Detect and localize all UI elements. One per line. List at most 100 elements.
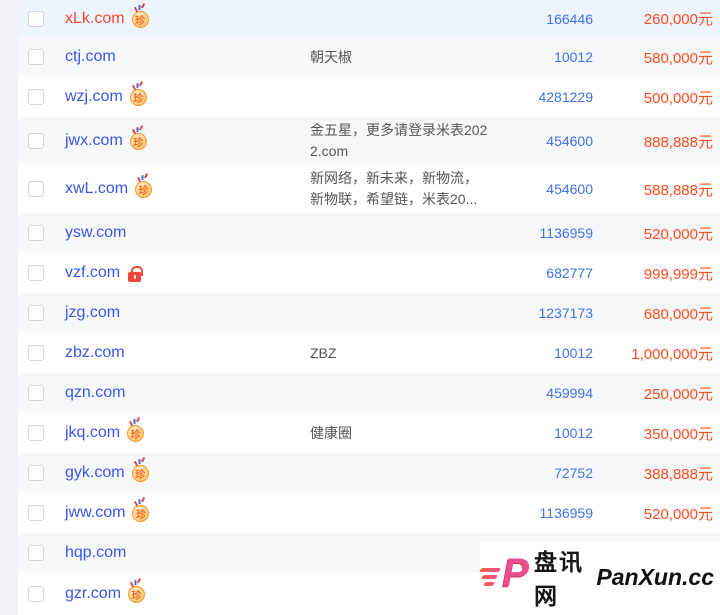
checkbox-cell bbox=[18, 385, 65, 401]
checkbox-cell bbox=[18, 505, 65, 521]
domain-link[interactable]: jwx.com bbox=[65, 132, 123, 150]
site-name-chinese: 盘讯网 bbox=[534, 543, 587, 611]
domain-link[interactable]: vzf.com bbox=[65, 264, 120, 282]
domain-link[interactable]: zbz.com bbox=[65, 344, 125, 362]
domain-link[interactable]: gyk.com bbox=[65, 464, 125, 482]
visits-count[interactable]: 1136959 bbox=[491, 225, 593, 241]
row-checkbox[interactable] bbox=[28, 505, 44, 521]
domain-link[interactable]: xwL.com bbox=[65, 180, 128, 198]
row-checkbox[interactable] bbox=[28, 465, 44, 481]
price-label: 388,888元 bbox=[593, 463, 720, 484]
table-row: qzn.com 459994250,000元 bbox=[18, 373, 720, 413]
row-checkbox[interactable] bbox=[28, 11, 44, 27]
domain-link[interactable]: wzj.com bbox=[65, 88, 123, 106]
checkbox-cell bbox=[18, 181, 65, 197]
visits-count[interactable]: 454600 bbox=[491, 181, 593, 197]
visits-count[interactable]: 1237173 bbox=[491, 305, 593, 321]
domain-link[interactable]: gzr.com bbox=[65, 585, 121, 603]
domain-description: 健康圈 bbox=[310, 423, 491, 444]
checkbox-cell bbox=[18, 133, 65, 149]
domain-description: ZBZ bbox=[310, 343, 491, 364]
checkbox-cell bbox=[18, 49, 65, 65]
row-checkbox[interactable] bbox=[28, 89, 44, 105]
visits-count[interactable]: 10012 bbox=[491, 345, 593, 361]
domain-link[interactable]: jww.com bbox=[65, 504, 125, 522]
visits-count[interactable]: 4281229 bbox=[491, 89, 593, 105]
premium-badge-icon: 珍 bbox=[130, 133, 147, 151]
row-checkbox[interactable] bbox=[28, 545, 44, 561]
visits-count[interactable]: 459994 bbox=[491, 385, 593, 401]
checkbox-cell bbox=[18, 586, 65, 602]
checkbox-cell bbox=[18, 345, 65, 361]
price-label: 999,999元 bbox=[593, 263, 720, 284]
domain-link[interactable]: jzg.com bbox=[65, 304, 120, 322]
price-label: 350,000元 bbox=[593, 423, 720, 444]
checkbox-cell bbox=[18, 11, 65, 27]
price-label: 1,000,000元 bbox=[593, 343, 720, 364]
price-label: 250,000元 bbox=[593, 383, 720, 404]
domain-description: 新网络，新未来，新物流，新物联，希望链，米表20... bbox=[310, 168, 491, 210]
premium-badge-icon: 珍 bbox=[132, 11, 149, 29]
price-label: 500,000元 bbox=[593, 87, 720, 108]
row-checkbox[interactable] bbox=[28, 133, 44, 149]
domain-link[interactable]: ctj.com bbox=[65, 48, 116, 66]
checkbox-cell bbox=[18, 225, 65, 241]
domain-link[interactable]: ysw.com bbox=[65, 224, 126, 242]
domain-cell: wzj.com 珍 bbox=[65, 88, 310, 106]
row-checkbox[interactable] bbox=[28, 345, 44, 361]
row-checkbox[interactable] bbox=[28, 181, 44, 197]
checkbox-cell bbox=[18, 305, 65, 321]
domain-cell: xLk.com 珍 bbox=[65, 10, 310, 28]
checkbox-cell bbox=[18, 425, 65, 441]
panxun-p-letter: P bbox=[502, 551, 529, 596]
visits-count[interactable]: 166446 bbox=[491, 11, 593, 27]
domain-cell: jww.com珍 bbox=[65, 504, 310, 522]
visits-count[interactable]: 1136959 bbox=[491, 505, 593, 521]
table-row: ysw.com1136959520,000元 bbox=[18, 213, 720, 253]
row-checkbox[interactable] bbox=[28, 225, 44, 241]
domain-link[interactable]: jkq.com bbox=[65, 424, 120, 442]
price-label: 888,888元 bbox=[593, 131, 720, 152]
visits-count[interactable]: 682777 bbox=[491, 265, 593, 281]
domain-cell: jkq.com 珍 bbox=[65, 424, 310, 442]
visits-count[interactable]: 72752 bbox=[491, 465, 593, 481]
table-row: zbz.com ZBZ100121,000,000元 bbox=[18, 333, 720, 373]
table-row: xLk.com珍166446260,000元 bbox=[18, 0, 720, 37]
checkbox-cell bbox=[18, 545, 65, 561]
premium-badge-icon: 珍 bbox=[127, 425, 144, 443]
domain-cell: hqp.com bbox=[65, 544, 310, 562]
price-label: 580,000元 bbox=[593, 47, 720, 68]
visits-count[interactable]: 10012 bbox=[491, 425, 593, 441]
domain-link[interactable]: hqp.com bbox=[65, 544, 126, 562]
row-checkbox[interactable] bbox=[28, 586, 44, 602]
domain-link[interactable]: qzn.com bbox=[65, 384, 125, 402]
table-row: jkq.com 珍 健康圈10012350,000元 bbox=[18, 413, 720, 453]
table-row: gyk.com珍72752388,888元 bbox=[18, 453, 720, 493]
panxun-logo: P 盘讯网 PanXun.cc bbox=[480, 542, 720, 613]
visits-count[interactable]: 10012 bbox=[491, 49, 593, 65]
row-checkbox[interactable] bbox=[28, 265, 44, 281]
domain-cell: gzr.com珍 bbox=[65, 585, 310, 603]
table-row: wzj.com 珍 4281229500,000元 bbox=[18, 77, 720, 117]
domain-cell: ctj.com bbox=[65, 48, 310, 66]
domain-cell: qzn.com bbox=[65, 384, 310, 402]
visits-count[interactable]: 454600 bbox=[491, 133, 593, 149]
row-checkbox[interactable] bbox=[28, 305, 44, 321]
price-label: 588,888元 bbox=[593, 179, 720, 200]
domain-link[interactable]: xLk.com bbox=[65, 10, 125, 28]
domain-cell: xwL.com 珍 bbox=[65, 180, 310, 198]
premium-badge-icon: 珍 bbox=[135, 181, 152, 199]
domain-cell: vzf.com bbox=[65, 264, 310, 282]
row-checkbox[interactable] bbox=[28, 425, 44, 441]
table-row: jzg.com1237173680,000元 bbox=[18, 293, 720, 333]
row-checkbox[interactable] bbox=[28, 49, 44, 65]
lock-icon bbox=[128, 266, 141, 282]
domain-cell: jwx.com 珍 bbox=[65, 132, 310, 150]
premium-badge-icon: 珍 bbox=[130, 89, 147, 107]
panxun-watermark: 公众号早盘思评测 P 盘讯网 PanXun.cc bbox=[480, 564, 720, 613]
panxun-p-icon: P bbox=[480, 559, 534, 595]
row-checkbox[interactable] bbox=[28, 385, 44, 401]
domain-description: 金五星，更多请登录米表2022.com bbox=[310, 120, 491, 162]
domain-cell: jzg.com bbox=[65, 304, 310, 322]
domain-cell: ysw.com bbox=[65, 224, 310, 242]
